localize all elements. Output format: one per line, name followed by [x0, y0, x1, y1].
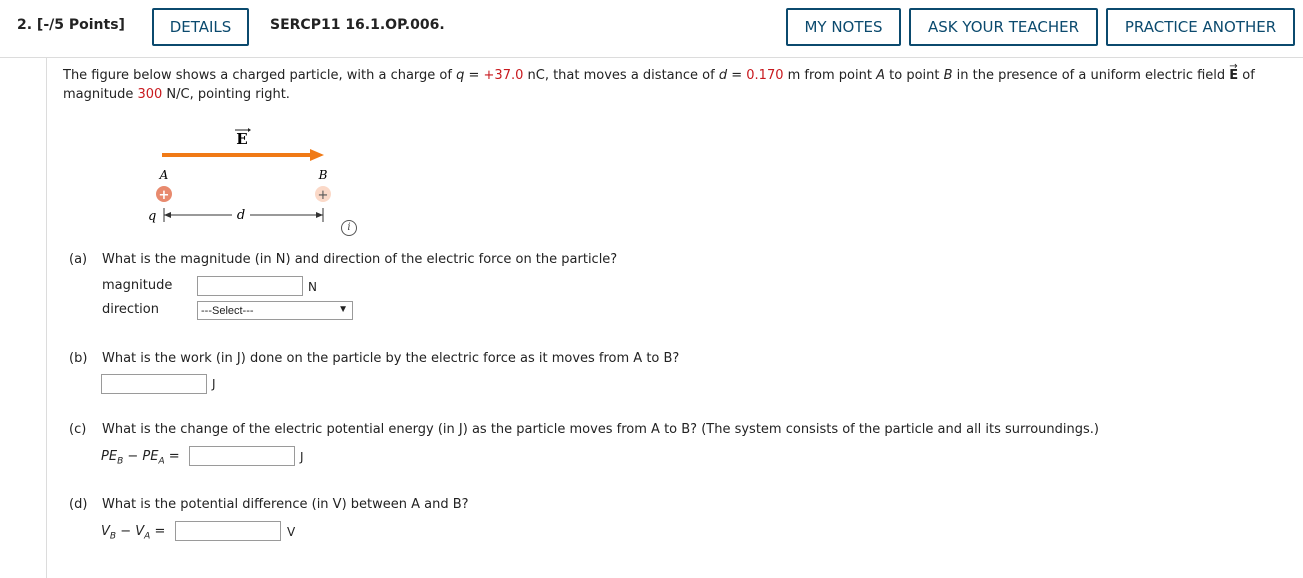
question-header: 2. [-/5 Points] DETAILS SERCP11 16.1.OP.… [0, 0, 1303, 58]
chevron-down-icon: ▼ [338, 304, 348, 315]
potential-difference-unit: V [287, 525, 296, 539]
my-notes-button[interactable]: MY NOTES [786, 8, 901, 46]
potential-difference-input[interactable] [175, 521, 281, 541]
field-label: E [236, 130, 247, 148]
charge-q-label: q [148, 209, 156, 224]
charge-b-sign: + [318, 188, 329, 203]
info-icon[interactable]: i [341, 220, 357, 236]
problem-statement: The figure below shows a charged particl… [63, 66, 1288, 104]
field-label-arrow-head [248, 128, 251, 132]
point-b-label: B [318, 168, 328, 182]
practice-another-button[interactable]: PRACTICE ANOTHER [1106, 8, 1295, 46]
pe-difference-label: PEB − PEA = [101, 449, 180, 467]
e-vector-symbol: E [1229, 68, 1238, 83]
part-d-question: (d) What is the potential difference (in … [69, 497, 469, 512]
direction-select[interactable]: ---Select--- ▼ [197, 301, 353, 320]
work-input[interactable] [101, 374, 207, 394]
magnitude-input[interactable] [197, 276, 303, 296]
magnitude-unit: N [308, 280, 317, 294]
problem-code: SERCP11 16.1.OP.006. [270, 17, 445, 33]
point-a-label: A [159, 168, 169, 182]
charge-a-sign: + [159, 188, 170, 203]
ask-teacher-button[interactable]: ASK YOUR TEACHER [909, 8, 1098, 46]
field-arrow-head [310, 149, 324, 161]
part-c-question: (c) What is the change of the electric po… [69, 422, 1099, 437]
field-figure: E A B + + q d [148, 128, 331, 224]
details-button[interactable]: DETAILS [152, 8, 249, 46]
pe-change-input[interactable] [189, 446, 295, 466]
magnitude-label: magnitude [102, 278, 173, 293]
work-unit: J [212, 377, 216, 391]
part-a-question: (a) What is the magnitude (in N) and dire… [69, 252, 618, 267]
part-b-question: (b) What is the work (in J) done on the p… [69, 351, 680, 366]
pe-change-unit: J [300, 450, 304, 464]
direction-label: direction [102, 302, 159, 317]
v-difference-label: VB − VA = [101, 524, 166, 542]
distance-label: d [237, 208, 245, 223]
left-divider [46, 57, 47, 578]
question-number: 2. [-/5 Points] [17, 17, 125, 33]
